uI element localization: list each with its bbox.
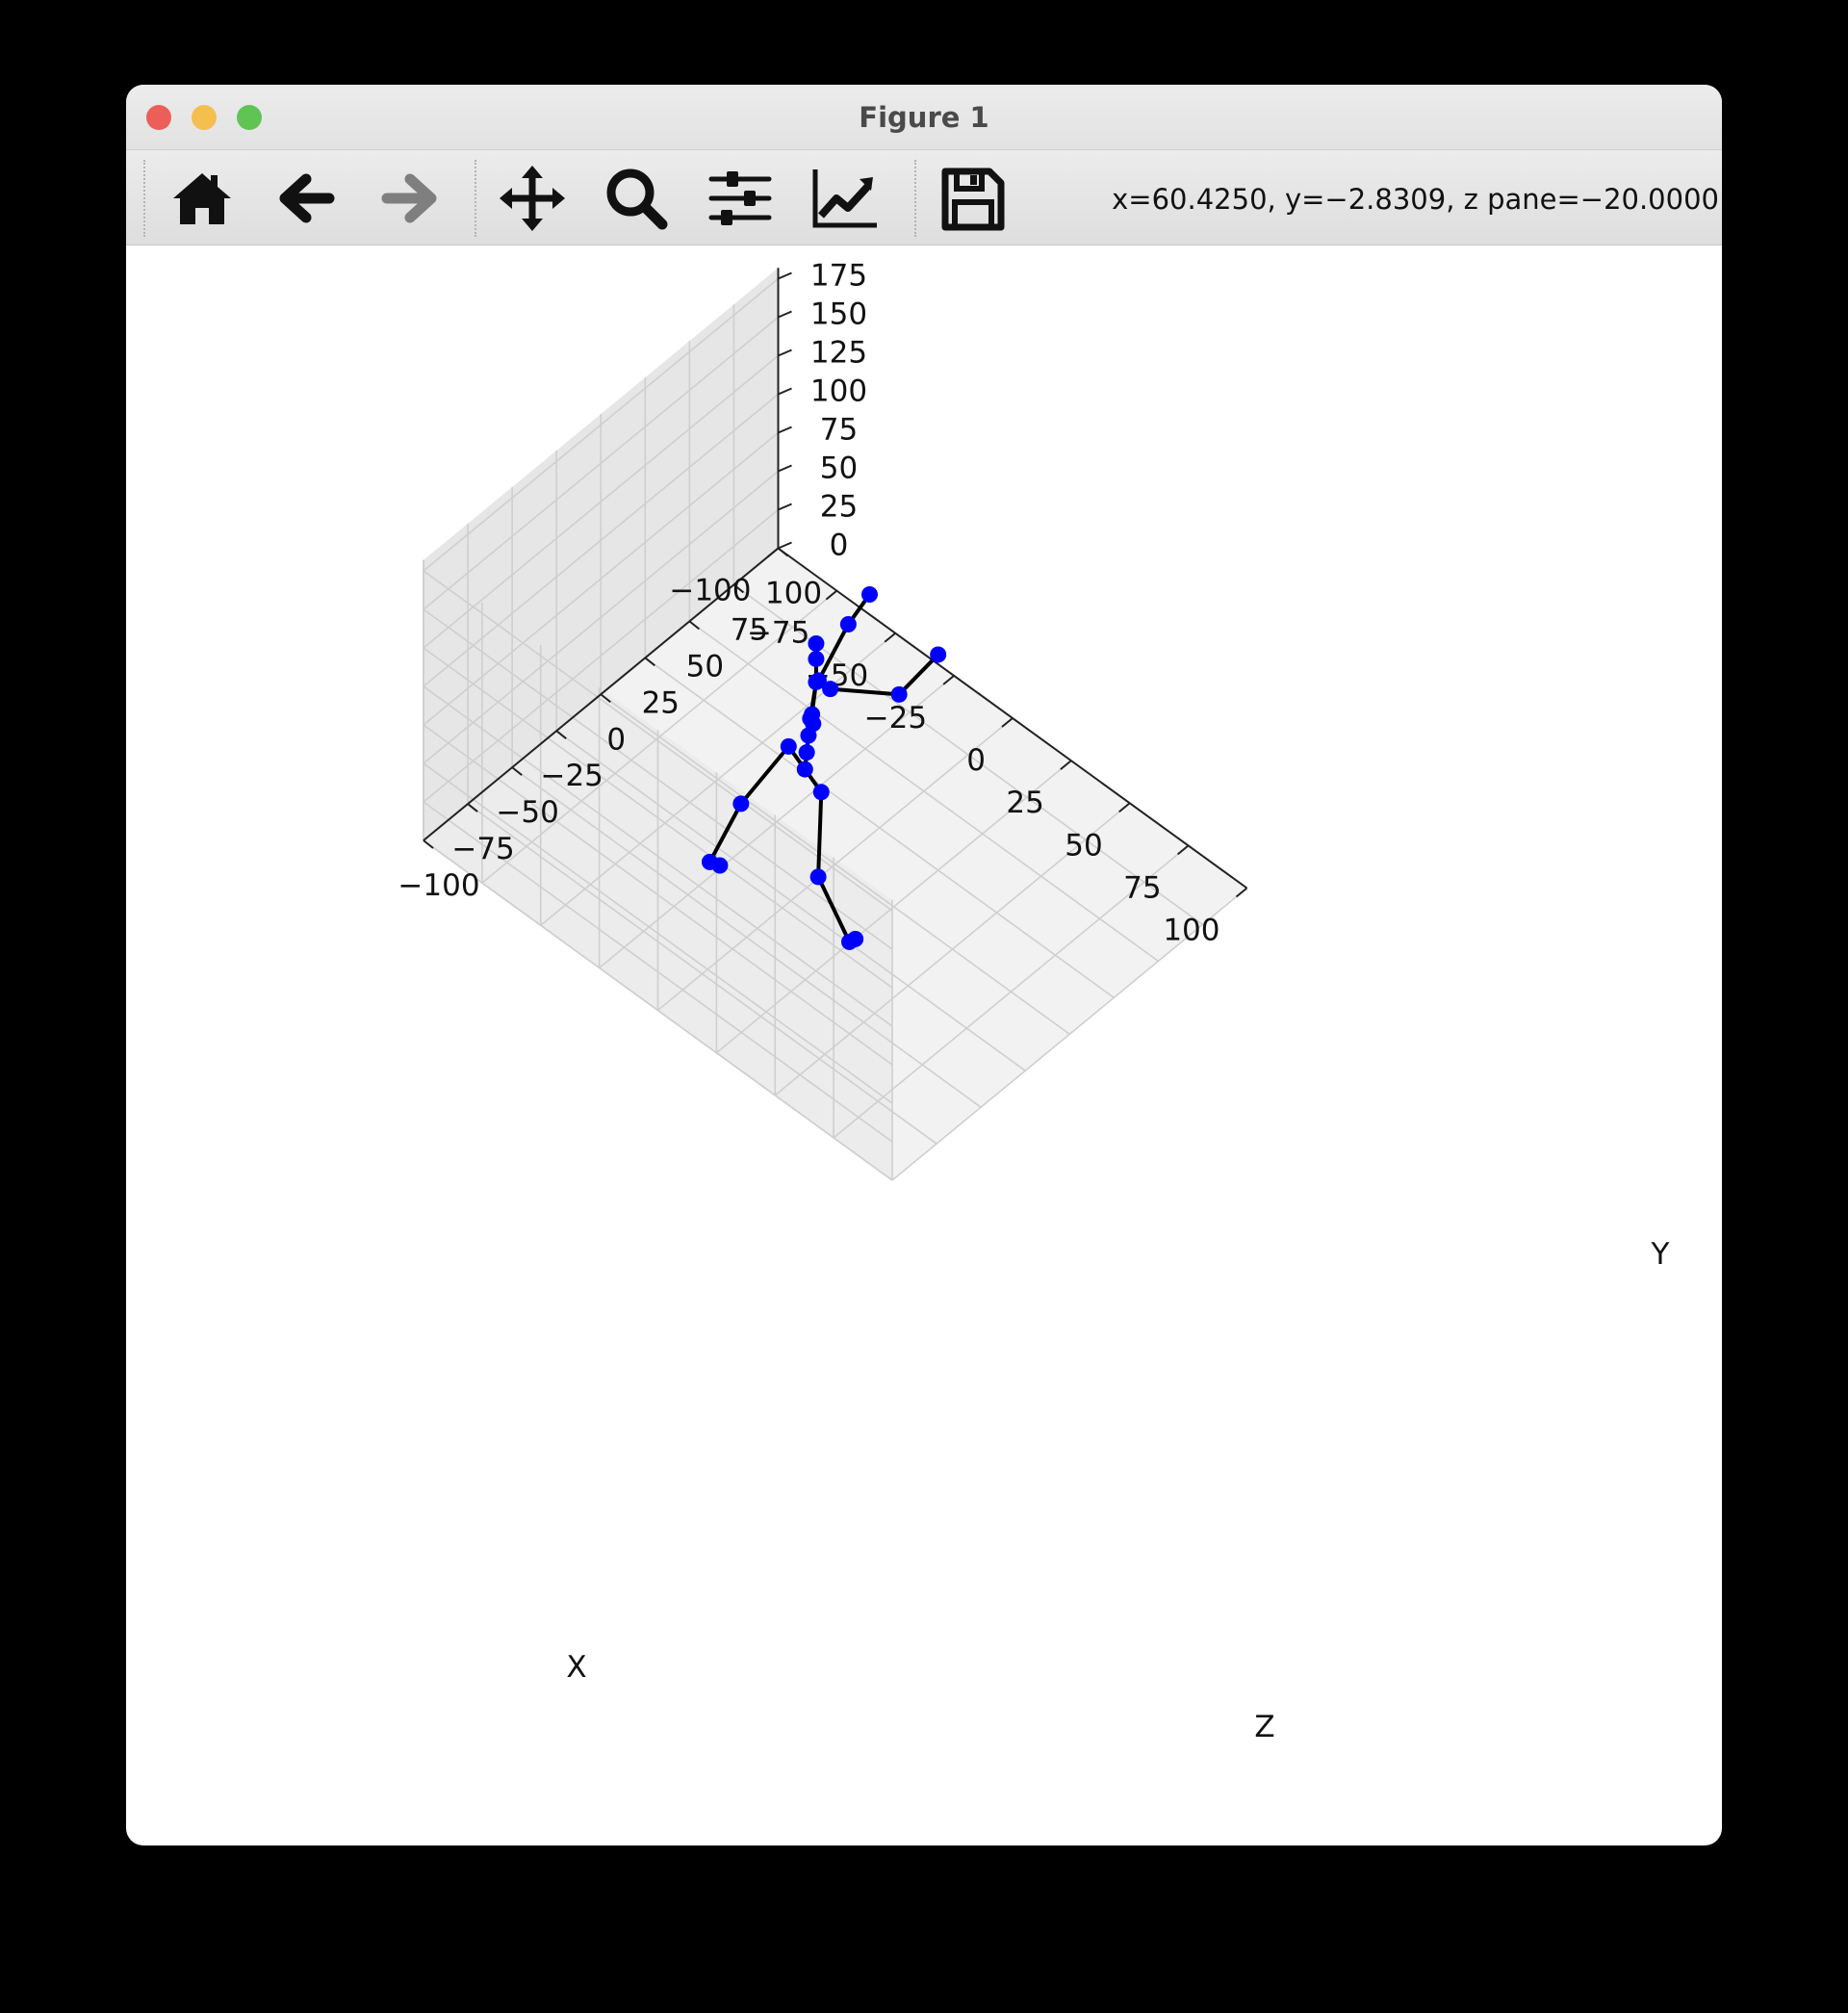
toolbar-separator [914, 160, 916, 237]
joint-r_wrist [860, 585, 878, 603]
joint-l_wrist [930, 646, 947, 663]
y-tick-label: 75 [820, 413, 858, 448]
y-tick-label: 175 [810, 259, 867, 294]
joint-r_hip [780, 737, 797, 755]
back-button[interactable] [271, 164, 341, 233]
x-tick-label: −100 [669, 574, 751, 608]
toolbar-separator [143, 160, 145, 237]
z-axis-label: Z [1254, 1710, 1274, 1744]
x-tick-label: −25 [864, 701, 927, 736]
joint-l_hip [812, 784, 830, 801]
x-tick-label: 50 [1065, 828, 1102, 863]
y-axis-label: Y [1651, 1237, 1670, 1272]
cursor-coordinates: x=60.4250, y=−2.8309, z pane=−20.0000 [1112, 183, 1719, 216]
y-tick-mark [778, 387, 792, 396]
joint-pelvis [796, 761, 813, 778]
y-tick-mark [778, 426, 792, 434]
edit-axis-button[interactable] [809, 164, 879, 233]
save-button[interactable] [937, 164, 1007, 233]
x-tick-label: 75 [1123, 870, 1161, 905]
x-axis-label: X [566, 1650, 586, 1685]
home-button[interactable] [167, 164, 237, 233]
joint-r_toe [711, 857, 729, 874]
floppy-disk-icon [941, 168, 1005, 231]
forward-button[interactable] [375, 164, 445, 233]
joint-r_knee [732, 795, 750, 813]
y-tick-mark [778, 348, 792, 357]
figure-window: Figure 1 x=60.4250, y=−2.8309, z pane=−2… [126, 85, 1722, 1845]
plot-canvas[interactable]: 100 75 50 25 0 −25 −50 −75 −100 −100 −75 −50 −25 0 25 5… [126, 245, 1722, 1845]
y-tick-label: 150 [810, 297, 867, 332]
y-tick-label: 100 [810, 374, 867, 409]
z-tick-label: 50 [686, 649, 724, 684]
x-tick-label: 25 [1006, 786, 1043, 820]
z-tick-label: −100 [398, 868, 479, 903]
z-tick-label: −25 [540, 759, 603, 793]
y-tick-label: 125 [810, 336, 867, 371]
title-bar[interactable]: Figure 1 [126, 85, 1722, 150]
magnifier-icon [606, 168, 668, 230]
home-icon [173, 173, 231, 224]
pan-button[interactable] [498, 164, 567, 233]
z-tick-label: 25 [642, 685, 680, 720]
y-tick-label: 0 [830, 529, 849, 563]
configure-subplots-button[interactable] [706, 164, 775, 233]
joint-l_knee [809, 868, 827, 886]
z-tick-label: 100 [765, 577, 822, 611]
z-tick-label: 0 [606, 722, 626, 757]
z-tick-label: −50 [496, 795, 558, 830]
z-tick-label: 75 [731, 612, 768, 647]
axes-3d[interactable]: 1007550250−25−50−75−100−100−75−50−250255… [126, 245, 1722, 1845]
y-tick-mark [778, 464, 792, 473]
joint-head [808, 650, 825, 667]
y-tick-label: 25 [820, 490, 858, 525]
move-arrows-icon [500, 166, 565, 231]
joint-spine1 [798, 744, 815, 761]
navigation-toolbar: x=60.4250, y=−2.8309, z pane=−20.0000 [126, 150, 1722, 245]
x-tick-label: 100 [1163, 914, 1219, 948]
sliders-icon [708, 171, 772, 225]
joint-r_hand2 [805, 715, 822, 733]
window-title: Figure 1 [859, 101, 989, 134]
toolbar-separator [475, 160, 476, 237]
line-chart-icon [812, 169, 877, 228]
arrow-left-icon [279, 173, 335, 223]
joint-r_shoulder [809, 672, 827, 689]
joint-l_elbow [890, 685, 908, 703]
joint-r_elbow [839, 615, 857, 632]
y-tick-mark [778, 541, 792, 550]
zoom-button[interactable] [602, 164, 671, 233]
joint-l_toe [847, 930, 864, 947]
y-tick-mark [778, 271, 792, 280]
y-tick-label: 50 [820, 452, 858, 486]
y-tick-mark [778, 503, 792, 511]
arrow-right-icon [381, 173, 437, 223]
x-tick-label: 0 [966, 743, 986, 778]
z-tick-label: −75 [451, 832, 514, 866]
y-tick-mark [778, 310, 792, 319]
joint-head_top [808, 634, 825, 652]
